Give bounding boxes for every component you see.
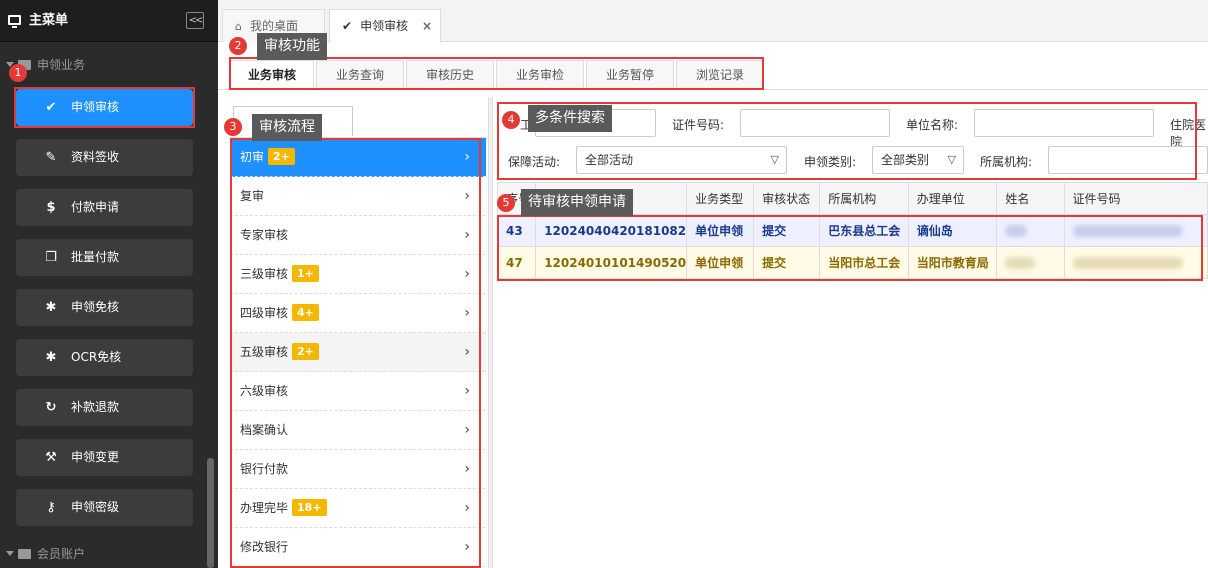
annotation-number-5: 5 (497, 194, 515, 212)
annotation-number-2: 2 (229, 37, 247, 55)
sidebar-item-claim-change[interactable]: ⚒ 申领变更 (16, 439, 193, 476)
menu-group-member-account[interactable]: 会员账户 (6, 545, 85, 562)
check-icon: ✔ (342, 19, 353, 33)
column-header[interactable]: 姓名 (996, 182, 1065, 215)
pencil-icon: ✎ (45, 150, 57, 165)
column-header[interactable]: 业务类型 (686, 182, 755, 215)
gear-icon: ✱ (45, 300, 57, 315)
column-header[interactable]: 所属机构 (819, 182, 909, 215)
sidebar-item-payment-request[interactable]: $ 付款申请 (16, 189, 193, 226)
annotation-callout-5: 待审核申领申请 (521, 189, 633, 216)
sidebar-item-ocr-exempt[interactable]: ✱ OCR免核 (16, 339, 193, 376)
annotation-callout-4: 多条件搜索 (528, 105, 612, 132)
annotation-number-4: 4 (502, 111, 520, 129)
caret-down-icon (6, 551, 14, 556)
dollar-icon: $ (46, 200, 56, 215)
column-header[interactable]: 证件号码 (1063, 182, 1208, 215)
home-icon: ⌂ (235, 20, 242, 33)
column-header[interactable]: 办理单位 (907, 182, 998, 215)
sidebar-item-claim-exempt[interactable]: ✱ 申领免核 (16, 289, 193, 326)
close-icon[interactable]: × (422, 10, 432, 42)
sidebar: 主菜单 << 申领业务 ✔ 申领审核 ✎ 资料签收 $ 付款申请 ❐ 批量付款 ✱ 申领免… (0, 0, 218, 568)
refund-icon: ↻ (45, 400, 57, 415)
sidebar-scrollbar[interactable] (207, 458, 214, 568)
tab-claim-review[interactable]: ✔ 申领审核 × (329, 9, 441, 43)
annotation-box-2 (229, 57, 764, 90)
copy-icon: ❐ (45, 250, 57, 265)
sidebar-item-batch-payment[interactable]: ❐ 批量付款 (16, 239, 193, 276)
column-header[interactable]: 审核状态 (753, 182, 821, 215)
gear-icon: ✱ (45, 350, 57, 365)
annotation-box-3 (230, 138, 481, 568)
folder-icon (18, 549, 31, 559)
annotation-box-1 (14, 87, 195, 128)
panel-divider[interactable] (488, 97, 493, 568)
annotation-number-1: 1 (9, 64, 27, 82)
annotation-box-5 (497, 215, 1203, 281)
key-icon: ⚷ (46, 500, 56, 515)
annotation-callout-3: 审核流程 (252, 114, 322, 141)
collapse-icon[interactable]: << (186, 12, 204, 29)
annotation-callout-2: 审核功能 (257, 33, 327, 60)
sidebar-item-doc-receipt[interactable]: ✎ 资料签收 (16, 139, 193, 176)
annotation-number-3: 3 (224, 118, 242, 136)
sidebar-title: 主菜单 (29, 13, 69, 28)
sidebar-item-claim-secret[interactable]: ⚷ 申领密级 (16, 489, 193, 526)
sidebar-item-refund[interactable]: ↻ 补款退款 (16, 389, 193, 426)
monitor-icon (8, 15, 21, 28)
top-tab-bar: ⌂ 我的桌面 ✔ 申领审核 × (218, 0, 1208, 43)
wrench-icon: ⚒ (45, 450, 57, 465)
